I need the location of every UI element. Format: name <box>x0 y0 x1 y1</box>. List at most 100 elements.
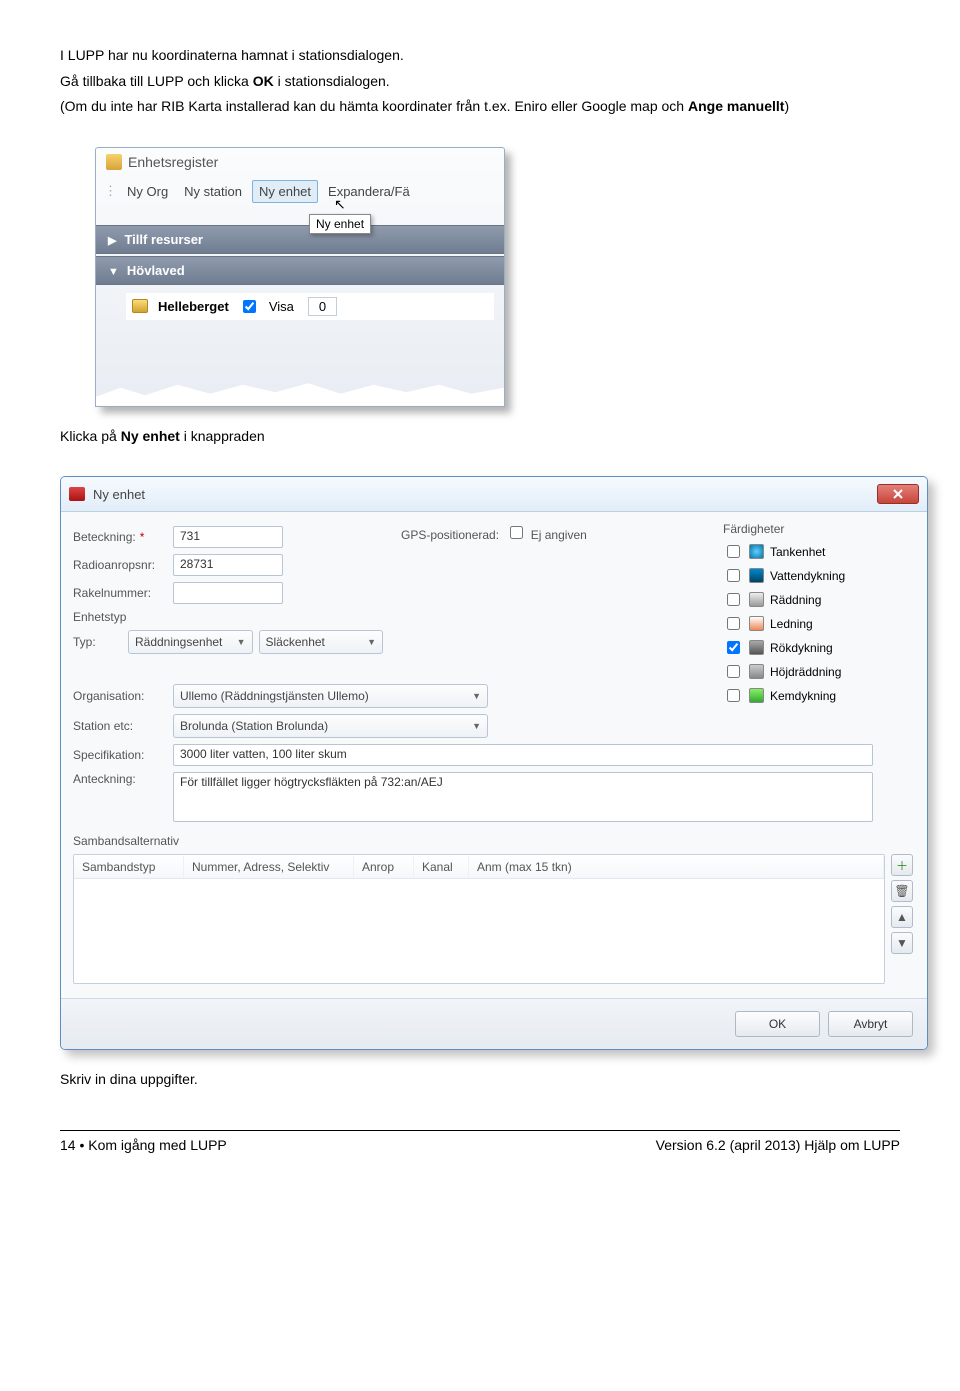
chevron-down-icon: ▼ <box>472 721 481 731</box>
ny-org-button[interactable]: Ny Org <box>121 181 174 202</box>
hovlaved-label: Hövlaved <box>127 263 185 278</box>
gps-row: GPS-positionerad: Ej angiven <box>401 526 587 542</box>
intro-p2c: i stationsdialogen. <box>274 73 390 89</box>
col-nummer: Nummer, Adress, Selektiv <box>184 856 354 878</box>
rokdykning-icon <box>749 640 764 655</box>
gps-checkbox[interactable] <box>510 526 523 539</box>
footer-left: 14 • Kom igång med LUPP <box>60 1137 227 1153</box>
chevron-down-icon: ▼ <box>472 691 481 701</box>
item-name: Helleberget <box>158 299 229 314</box>
dialog-footer: OK Avbryt <box>61 998 927 1049</box>
expandera-button[interactable]: Expandera/Fä <box>322 181 416 202</box>
chevron-down-icon: ▼ <box>237 637 246 647</box>
arrow-right-icon: ▶ <box>108 235 116 247</box>
page-footer: 14 • Kom igång med LUPP Version 6.2 (apr… <box>60 1130 900 1153</box>
plus-icon: ＋ <box>896 857 908 874</box>
anteckning-label: Anteckning: <box>73 772 173 786</box>
visa-label: Visa <box>269 299 294 314</box>
intro-p2b: OK <box>253 73 274 89</box>
vattendykning-icon <box>749 568 764 583</box>
intro-p3a: (Om du inte har RIB Karta installerad ka… <box>60 98 688 114</box>
arrow-down-icon: ▼ <box>896 936 908 950</box>
mid-p1a: Klicka på <box>60 428 121 444</box>
dialog-title: Ny enhet <box>93 487 877 502</box>
samband-add-button[interactable]: ＋ <box>891 854 913 876</box>
vattendykning-checkbox[interactable] <box>727 569 740 582</box>
hojdraddning-checkbox[interactable] <box>727 665 740 678</box>
typ2-select[interactable]: Släckenhet▼ <box>259 630 384 654</box>
hojdraddning-icon <box>749 664 764 679</box>
raddning-checkbox[interactable] <box>727 593 740 606</box>
ledning-label: Ledning <box>770 617 813 631</box>
vattendykning-label: Vattendykning <box>770 569 845 583</box>
rokdykning-label: Rökdykning <box>770 641 833 655</box>
ledning-checkbox[interactable] <box>727 617 740 630</box>
col-anrop: Anrop <box>354 856 414 878</box>
samband-up-button[interactable]: ▲ <box>891 906 913 928</box>
tooltip: Ny enhet <box>309 214 371 234</box>
chevron-down-icon: ▼ <box>367 637 376 647</box>
hojdraddning-label: Höjdräddning <box>770 665 841 679</box>
ny-enhet-button[interactable]: Ny enhet <box>252 180 318 203</box>
tankenhet-checkbox[interactable] <box>727 545 740 558</box>
station-label: Station etc: <box>73 719 173 733</box>
rakelnummer-input[interactable] <box>173 582 283 604</box>
organisation-select[interactable]: Ullemo (Räddningstjänsten Ullemo)▼ <box>173 684 488 708</box>
ej-angiven-label: Ej angiven <box>531 528 587 542</box>
torn-edge <box>96 376 504 406</box>
samband-delete-button[interactable]: 🗑 <box>891 880 913 902</box>
footer-right: Version 6.2 (april 2013) Hjälp om LUPP <box>656 1137 900 1153</box>
close-icon <box>892 488 904 500</box>
radioanropsnr-input[interactable]: 28731 <box>173 554 283 576</box>
radioanropsnr-label: Radioanropsnr: <box>73 558 173 572</box>
raddning-label: Räddning <box>770 593 821 607</box>
close-button[interactable] <box>877 484 919 504</box>
samband-down-button[interactable]: ▼ <box>891 932 913 954</box>
intro-p2a: Gå tillbaka till LUPP och klicka <box>60 73 253 89</box>
toolbar-grip-icon: ⋮ <box>104 183 117 199</box>
rokdykning-checkbox[interactable] <box>727 641 740 654</box>
kemdykning-checkbox[interactable] <box>727 689 740 702</box>
tillf-label: Tillf resurser <box>124 232 203 247</box>
specifikation-input[interactable]: 3000 liter vatten, 100 liter skum <box>173 744 873 766</box>
window-title: Enhetsregister <box>128 154 218 170</box>
visa-checkbox[interactable] <box>243 300 256 313</box>
specifikation-label: Specifikation: <box>73 748 173 762</box>
helleberget-item[interactable]: Helleberget Visa 0 <box>126 293 494 320</box>
dialog-titlebar: Ny enhet <box>61 477 927 512</box>
col-sambandstyp: Sambandstyp <box>74 856 184 878</box>
anteckning-input[interactable]: För tillfället ligger högtrycksfläkten p… <box>173 772 873 822</box>
intro-p3: (Om du inte har RIB Karta installerad ka… <box>60 97 900 117</box>
mid-p1: Klicka på Ny enhet i knappraden <box>60 427 900 447</box>
intro-p2: Gå tillbaka till LUPP och klicka OK i st… <box>60 72 900 92</box>
arrow-up-icon: ▲ <box>896 910 908 924</box>
col-anm: Anm (max 15 tkn) <box>469 856 884 878</box>
station-icon <box>132 299 148 313</box>
enhetsregister-window: Enhetsregister ⋮ Ny Org Ny station Ny en… <box>95 147 505 407</box>
station-select[interactable]: Brolunda (Station Brolunda)▼ <box>173 714 488 738</box>
typ1-select[interactable]: Räddningsenhet▼ <box>128 630 253 654</box>
kemdykning-label: Kemdykning <box>770 689 836 703</box>
trash-icon: 🗑 <box>894 884 909 898</box>
col-kanal: Kanal <box>414 856 469 878</box>
skills-title: Färdigheter <box>723 522 913 536</box>
samband-label: Sambandsalternativ <box>73 834 915 848</box>
dlg-icon <box>69 487 85 501</box>
samband-header: Sambandstyp Nummer, Adress, Selektiv Anr… <box>74 855 884 879</box>
typ-label: Typ: <box>73 635 128 649</box>
skills-panel: Färdigheter Tankenhet Vattendykning Rädd… <box>723 522 913 710</box>
beteckning-input[interactable]: 731 <box>173 526 283 548</box>
ok-button[interactable]: OK <box>735 1011 820 1037</box>
hovlaved-bar[interactable]: ▼Hövlaved <box>96 256 504 285</box>
outro-p1: Skriv in dina uppgifter. <box>60 1070 900 1090</box>
ny-enhet-dialog: Ny enhet Beteckning:* 731 Radioanropsnr:… <box>60 476 928 1050</box>
tankenhet-icon <box>749 544 764 559</box>
intro-p3c: ) <box>784 98 789 114</box>
beteckning-label: Beteckning:* <box>73 530 173 544</box>
avbryt-button[interactable]: Avbryt <box>828 1011 913 1037</box>
kemdykning-icon <box>749 688 764 703</box>
ny-station-button[interactable]: Ny station <box>178 181 248 202</box>
app-icon <box>106 154 122 170</box>
gps-label: GPS-positionerad: <box>401 528 499 542</box>
tillf-resurser-bar[interactable]: ▶ Tillf resurser <box>96 225 504 254</box>
